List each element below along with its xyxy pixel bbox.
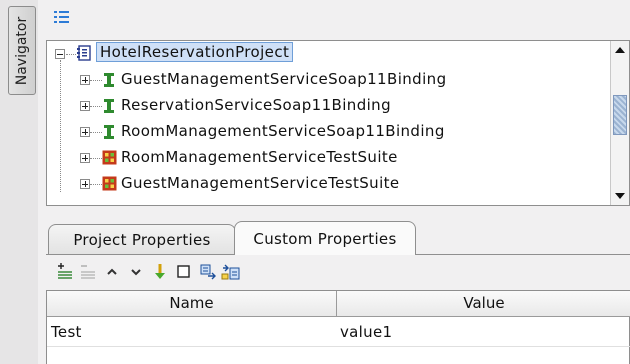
tree-root-label[interactable]: HotelReservationProject (95, 42, 294, 62)
expand-toggle[interactable] (80, 101, 90, 111)
expand-toggle[interactable] (80, 179, 90, 189)
property-value-cell[interactable]: value1 (340, 323, 392, 341)
expand-toggle[interactable] (80, 153, 90, 163)
tree-item-testsuite[interactable]: GuestManagementServiceTestSuite (47, 171, 607, 197)
tree-item-label: RoomManagementServiceSoap11Binding (121, 122, 445, 140)
tab-custom-properties[interactable]: Custom Properties (234, 221, 416, 255)
add-property-icon[interactable] (55, 262, 75, 282)
remove-property-icon[interactable] (78, 262, 98, 282)
tree-item-label: ReservationServiceSoap11Binding (121, 96, 392, 114)
column-header-name[interactable]: Name (47, 291, 337, 317)
scroll-down-arrow-icon[interactable] (611, 187, 629, 205)
load-from-file-icon[interactable] (221, 262, 241, 282)
tree-item-interface[interactable]: RoomManagementServiceSoap11Binding (47, 119, 607, 145)
navigator-toolbar (38, 0, 630, 40)
tree-item-interface[interactable]: ReservationServiceSoap11Binding (47, 93, 607, 119)
collapse-toggle[interactable] (55, 49, 65, 59)
testsuite-icon (102, 150, 117, 169)
tree-layout-icon[interactable] (54, 10, 70, 24)
clear-icon[interactable] (174, 262, 194, 282)
move-up-icon[interactable] (102, 262, 122, 282)
testsuite-icon (102, 176, 117, 195)
scroll-thumb[interactable] (613, 95, 627, 135)
interface-icon (103, 98, 115, 118)
tab-project-properties[interactable]: Project Properties (48, 224, 236, 254)
tree-item-label: GuestManagementServiceTestSuite (121, 174, 400, 192)
tab-label: Project Properties (73, 231, 211, 249)
tree-item-interface[interactable]: GuestManagementServiceSoap11Binding (47, 67, 607, 93)
expand-toggle[interactable] (80, 75, 90, 85)
tree-item-label: GuestManagementServiceSoap11Binding (121, 70, 447, 88)
tree-scrollbar[interactable] (610, 41, 629, 205)
save-icon[interactable] (198, 262, 218, 282)
tree-root-row[interactable]: HotelReservationProject (47, 41, 607, 67)
navigator-tab[interactable]: Navigator (8, 6, 36, 95)
navigator-tab-label: Navigator (14, 16, 30, 85)
project-icon (77, 45, 93, 65)
column-header-value[interactable]: Value (337, 291, 630, 317)
property-name-cell[interactable]: Test (51, 323, 82, 341)
tree-item-testsuite[interactable]: RoomManagementServiceTestSuite (47, 145, 607, 171)
interface-icon (103, 124, 115, 144)
project-tree[interactable]: HotelReservationProject GuestManagementS… (46, 40, 630, 206)
expand-toggle[interactable] (80, 127, 90, 137)
tree-item-label: RoomManagementServiceTestSuite (121, 148, 398, 166)
tab-label: Custom Properties (253, 230, 397, 248)
custom-properties-table: Name Value Test value1 (46, 290, 630, 364)
scroll-up-arrow-icon[interactable] (611, 41, 629, 59)
load-icon[interactable] (150, 262, 170, 282)
row-divider (47, 346, 630, 347)
interface-icon (103, 72, 115, 92)
move-down-icon[interactable] (126, 262, 146, 282)
